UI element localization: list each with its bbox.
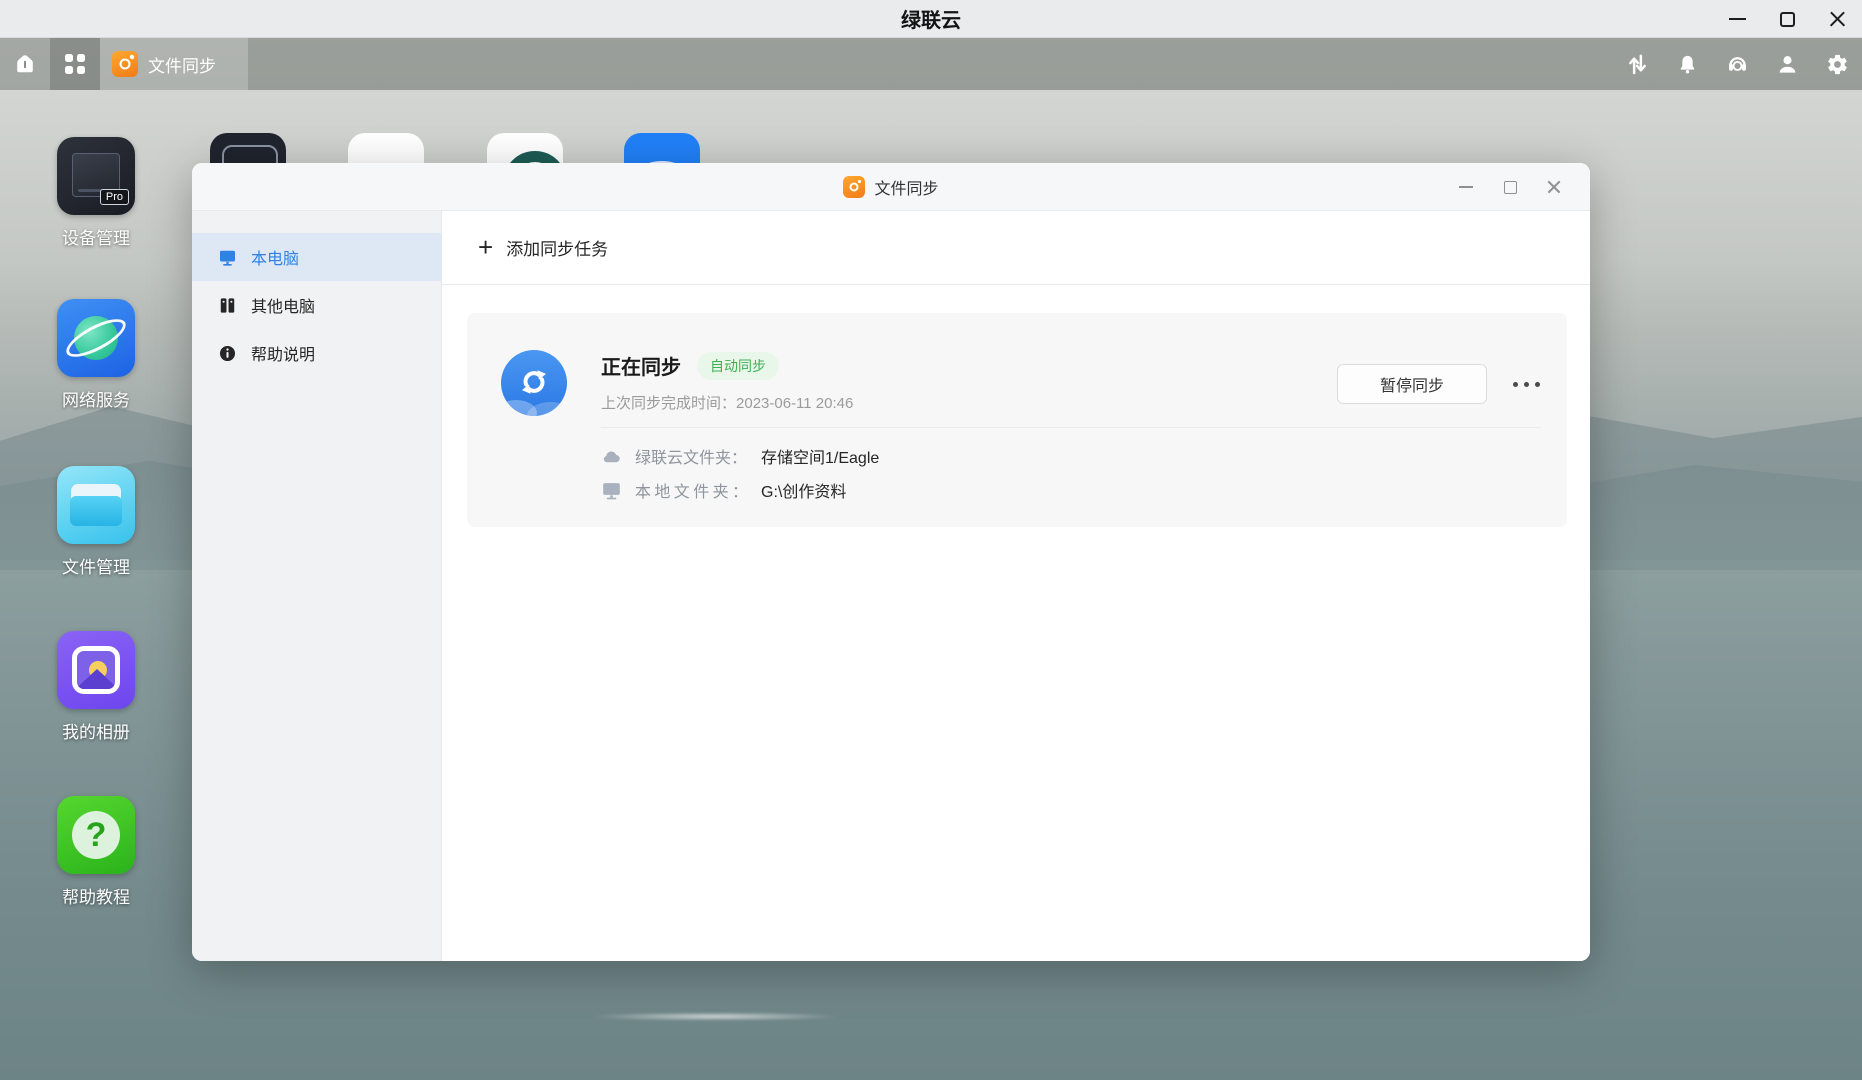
file-sync-app-icon (112, 51, 138, 77)
sidebar-item-label: 其他电脑 (251, 299, 316, 316)
file-sync-app-icon (843, 175, 866, 198)
task-title-row: 正在同步 自动同步 (601, 351, 779, 380)
my-albums-icon (57, 631, 135, 709)
settings-button[interactable] (1812, 38, 1862, 90)
desktop-icon-label: 网络服务 (62, 391, 130, 410)
computers-icon (220, 297, 235, 313)
pro-badge: Pro (99, 189, 129, 205)
sidebar-item-label: 帮助说明 (251, 347, 316, 364)
desktop-icon-label: 帮助教程 (62, 888, 130, 907)
minimize-icon (1728, 17, 1746, 21)
last-sync-time: 上次同步完成时间：2023-06-11 20:46 (601, 392, 853, 413)
maximize-icon (1503, 180, 1517, 194)
local-folder-row: 本地文件夹： G:\创作资料 (601, 478, 846, 502)
more-options-button[interactable] (1503, 369, 1549, 399)
home-tab-button[interactable] (0, 38, 50, 90)
sidebar-item-this-computer[interactable]: 本电脑 (192, 233, 442, 281)
notifications-button[interactable] (1662, 38, 1712, 90)
desktop-root: 绿联云 文件同步 Pro 设备管理 网络服务 文件管理 我的相册 ? 帮助教程 … (0, 0, 1862, 1080)
monitor-icon (603, 482, 620, 499)
pause-sync-label: 暂停同步 (1379, 378, 1444, 395)
help-tutorial-icon: ? (57, 796, 135, 874)
plus-icon: + (478, 231, 494, 262)
bell-icon (1680, 55, 1694, 74)
dialog-title: 文件同步 (874, 180, 939, 198)
task-status-title: 正在同步 (601, 357, 681, 379)
desktop-icon-label: 文件管理 (62, 558, 130, 577)
desktop-icon-file-manager[interactable]: 文件管理 (56, 466, 136, 578)
file-sync-dialog: 文件同步 本电脑 其他电脑 帮助说明 + 添加同步任务 正在同步 自动同步 上次… (192, 163, 1590, 961)
dialog-close-button[interactable] (1532, 163, 1576, 211)
more-icon (1523, 381, 1529, 387)
sidebar-item-label: 本电脑 (251, 251, 300, 268)
dialog-content: + 添加同步任务 正在同步 自动同步 上次同步完成时间：2023-06-11 2… (442, 211, 1590, 961)
file-manager-icon (57, 466, 135, 544)
maximize-icon (1779, 11, 1795, 27)
device-manager-icon: Pro (57, 137, 135, 215)
cloud-folder-row: 绿联云文件夹： 存储空间1/Eagle (601, 444, 879, 468)
card-divider (601, 427, 1541, 428)
desktop-icon-help-tutorial[interactable]: ? 帮助教程 (56, 796, 136, 908)
tab-label: 文件同步 (148, 56, 216, 76)
headset-icon (1728, 56, 1746, 71)
support-button[interactable] (1712, 38, 1762, 90)
network-services-icon (57, 299, 135, 377)
cloud-icon (603, 450, 620, 462)
user-icon (1779, 55, 1795, 73)
transfer-button[interactable] (1612, 38, 1662, 90)
desktop-icon-device-manager[interactable]: Pro 设备管理 (56, 137, 136, 249)
dialog-sidebar: 本电脑 其他电脑 帮助说明 (192, 211, 442, 961)
dialog-minimize-button[interactable] (1444, 163, 1488, 211)
desktop-icon-my-albums[interactable]: 我的相册 (56, 631, 136, 743)
dialog-maximize-button[interactable] (1488, 163, 1532, 211)
app-title: 绿联云 (901, 10, 961, 32)
dialog-titlebar: 文件同步 (192, 163, 1590, 211)
window-controls (1712, 0, 1862, 38)
pause-sync-button[interactable]: 暂停同步 (1337, 364, 1487, 404)
close-icon (1547, 180, 1561, 194)
local-folder-value: G:\创作资料 (761, 484, 847, 501)
sync-task-icon (501, 350, 567, 416)
main-titlebar: 绿联云 (0, 0, 1862, 38)
tab-file-sync[interactable]: 文件同步 (100, 38, 248, 90)
sidebar-item-other-computers[interactable]: 其他电脑 (192, 281, 442, 329)
desktop-icon-label: 我的相册 (62, 723, 130, 742)
cloud-folder-value: 存储空间1/Eagle (761, 450, 880, 467)
sidebar-item-help[interactable]: 帮助说明 (192, 329, 442, 377)
transfer-icon (1628, 54, 1646, 74)
wallpaper-boat-wake (590, 1012, 840, 1021)
close-button[interactable] (1812, 0, 1862, 38)
dialog-window-controls (1444, 163, 1576, 211)
gear-icon (1827, 54, 1847, 74)
last-sync-value: 2023-06-11 20:46 (736, 395, 854, 412)
cloud-folder-label: 绿联云文件夹： (635, 450, 748, 467)
grid-icon (65, 54, 85, 74)
close-icon (1829, 11, 1846, 28)
last-sync-label: 上次同步完成时间： (601, 395, 737, 412)
local-folder-label: 本地文件夹： (635, 484, 748, 501)
question-mark-icon: ? (85, 816, 107, 854)
main-tabbar: 文件同步 (0, 38, 1862, 90)
monitor-icon (219, 250, 236, 266)
apps-grid-button[interactable] (50, 38, 100, 90)
account-button[interactable] (1762, 38, 1812, 90)
minimize-icon (1459, 186, 1473, 188)
more-icon (1534, 381, 1540, 387)
maximize-button[interactable] (1762, 0, 1812, 38)
add-sync-task-button[interactable]: + 添加同步任务 (442, 211, 1590, 285)
minimize-button[interactable] (1712, 0, 1762, 38)
sync-task-card: 正在同步 自动同步 上次同步完成时间：2023-06-11 20:46 绿联云文… (467, 313, 1567, 527)
tabbar-right (1612, 38, 1862, 90)
more-icon (1512, 381, 1518, 387)
desktop-icon-label: 设备管理 (62, 229, 130, 248)
add-sync-task-label: 添加同步任务 (506, 240, 609, 259)
auto-sync-badge: 自动同步 (697, 351, 779, 380)
desktop-icon-network-services[interactable]: 网络服务 (56, 299, 136, 411)
home-icon (17, 55, 33, 73)
info-icon (219, 345, 236, 361)
sync-arrows-icon (521, 370, 547, 394)
